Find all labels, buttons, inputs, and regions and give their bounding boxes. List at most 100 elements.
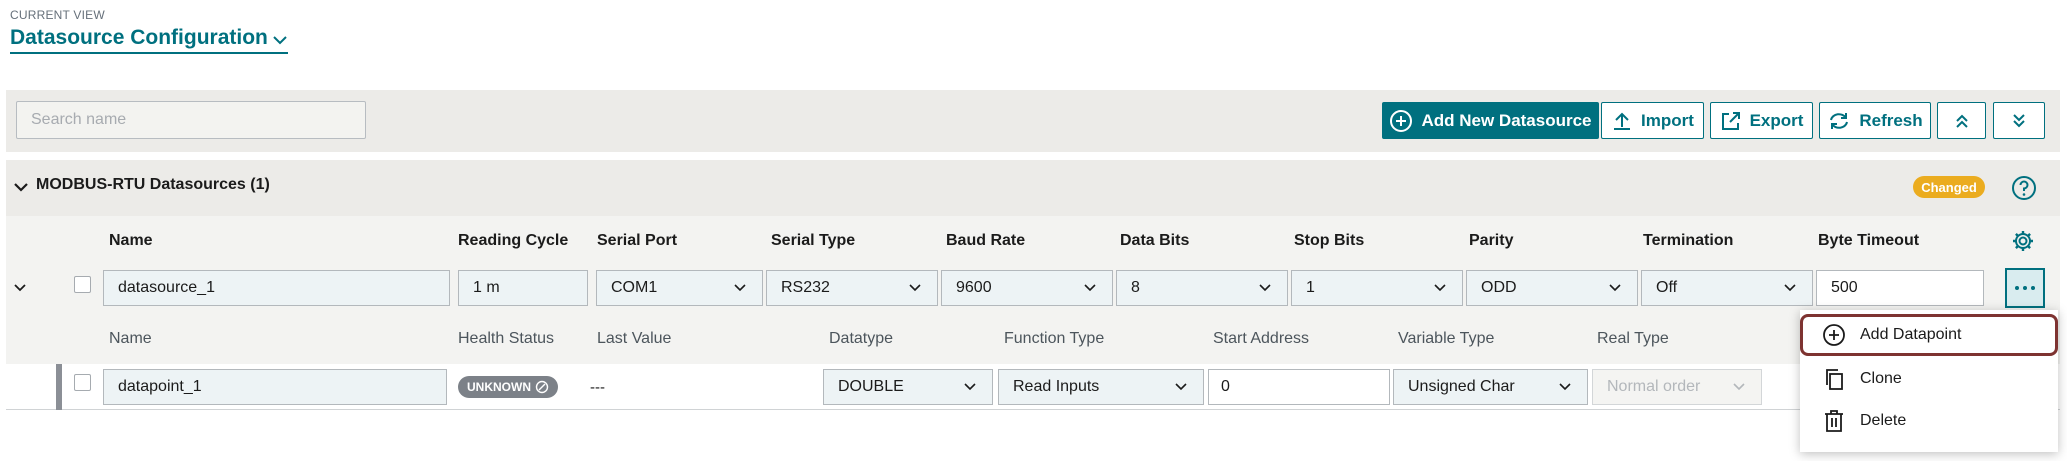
dp-col-header-health-status: Health Status: [458, 330, 555, 347]
refresh-icon: [1830, 112, 1849, 129]
col-header-reading-cycle: Reading Cycle: [458, 232, 569, 249]
search-input[interactable]: [17, 102, 365, 138]
copy-icon: [1826, 369, 1843, 390]
col-header-parity: Parity: [1469, 232, 1514, 249]
data-bits-value: 8: [1131, 279, 1140, 296]
help-icon[interactable]: [2011, 175, 2037, 201]
gear-icon[interactable]: [2011, 229, 2035, 253]
chevron-down-icon: [1084, 284, 1096, 292]
add-new-datasource-button[interactable]: Add New Datasource: [1382, 102, 1599, 139]
collapse-all-button[interactable]: [1937, 102, 1986, 139]
datasource-header-row: [6, 216, 2060, 266]
dp-col-header-datatype: Datatype: [829, 330, 894, 347]
dot: [2031, 286, 2035, 290]
datasource-checkbox[interactable]: [74, 276, 91, 293]
function-type-select[interactable]: Read Inputs: [998, 369, 1204, 405]
dot: [2015, 286, 2019, 290]
datapoint-name-value: datapoint_1: [118, 378, 202, 395]
col-header-data-bits: Data Bits: [1120, 232, 1190, 249]
menu-item-label: Clone: [1860, 370, 1902, 387]
col-header-name: Name: [109, 232, 153, 249]
byte-timeout-value: 500: [1831, 279, 1858, 296]
termination-select[interactable]: Off: [1641, 270, 1813, 306]
search-field[interactable]: [16, 101, 366, 139]
col-header-byte-timeout: Byte Timeout: [1818, 232, 1920, 249]
chevron-down-icon: [1733, 383, 1745, 391]
baud-rate-select[interactable]: 9600: [941, 270, 1113, 306]
col-header-serial-port: Serial Port: [597, 232, 678, 249]
datapoint-checkbox[interactable]: [74, 374, 91, 391]
chevron-down-icon: [1434, 284, 1446, 292]
col-header-stop-bits: Stop Bits: [1294, 232, 1365, 249]
datatype-select[interactable]: DOUBLE: [823, 369, 993, 405]
chevron-down-icon[interactable]: [12, 280, 28, 296]
dp-col-header-last-value: Last Value: [597, 330, 672, 347]
chevron-down-icon[interactable]: [12, 178, 30, 196]
dp-col-header-real-type: Real Type: [1597, 330, 1669, 347]
export-icon: [1721, 111, 1740, 130]
col-header-termination: Termination: [1643, 232, 1734, 249]
current-view-title[interactable]: Datasource Configuration: [10, 26, 268, 50]
parity-value: ODD: [1481, 279, 1517, 296]
chevron-down-icon: [1175, 383, 1187, 391]
menu-item-add-datapoint[interactable]: Add Datapoint: [1800, 314, 2058, 356]
variable-type-select[interactable]: Unsigned Char: [1393, 369, 1588, 405]
stop-bits-value: 1: [1306, 279, 1315, 296]
baud-rate-value: 9600: [956, 279, 992, 296]
chevron-down-icon: [1259, 284, 1271, 292]
menu-item-clone[interactable]: Clone: [1800, 358, 2058, 400]
upload-icon: [1614, 112, 1631, 130]
byte-timeout-field[interactable]: 500: [1816, 270, 1984, 306]
termination-value: Off: [1656, 279, 1678, 296]
import-button[interactable]: Import: [1601, 102, 1704, 139]
menu-item-label: Delete: [1860, 412, 1907, 429]
more-options-button[interactable]: [2005, 268, 2045, 308]
context-menu: Add Datapoint Clone Delete: [1800, 310, 2058, 452]
stop-bits-select[interactable]: 1: [1291, 270, 1463, 306]
datapoint-name-field[interactable]: datapoint_1: [103, 369, 447, 405]
dp-col-header-name: Name: [109, 330, 152, 347]
reading-cycle-value: 1 m: [473, 279, 500, 296]
parity-select[interactable]: ODD: [1466, 270, 1638, 306]
expand-all-button[interactable]: [1993, 102, 2045, 139]
start-address-field[interactable]: 0: [1208, 369, 1390, 405]
dp-col-header-start-address: Start Address: [1213, 330, 1310, 347]
chevron-down-icon: [1784, 284, 1796, 292]
unknown-status-icon: [535, 380, 549, 394]
chevron-down-icon: [964, 383, 976, 391]
dp-col-header-variable-type: Variable Type: [1398, 330, 1495, 347]
changed-badge: Changed: [1913, 176, 1985, 198]
refresh-label: Refresh: [1859, 110, 1923, 130]
function-type-value: Read Inputs: [1013, 378, 1100, 395]
menu-item-delete[interactable]: Delete: [1800, 400, 2058, 442]
health-status-badge: UNKNOWN: [458, 376, 558, 398]
datasource-name-field[interactable]: datasource_1: [103, 270, 450, 306]
real-type-value: Normal order: [1607, 378, 1701, 395]
last-value-text: ---: [590, 379, 605, 396]
datasource-name-value: datasource_1: [118, 279, 215, 296]
export-button[interactable]: Export: [1710, 102, 1813, 139]
serial-port-select[interactable]: COM1: [596, 270, 763, 306]
current-view-label: CURRENT VIEW: [10, 8, 105, 22]
col-header-baud-rate: Baud Rate: [946, 232, 1026, 249]
serial-type-value: RS232: [781, 279, 830, 296]
current-view-underline: [10, 52, 288, 54]
chevron-down-icon: [1609, 284, 1621, 292]
reading-cycle-field[interactable]: 1 m: [458, 270, 588, 306]
start-address-value: 0: [1221, 378, 1230, 395]
dot: [2023, 286, 2027, 290]
chevron-down-icon: [909, 284, 921, 292]
serial-type-select[interactable]: RS232: [766, 270, 938, 306]
datapoint-indent-bar: [56, 364, 62, 410]
variable-type-value: Unsigned Char: [1408, 378, 1515, 395]
chevron-down-icon[interactable]: [270, 30, 290, 50]
trash-icon: [1825, 410, 1843, 432]
data-bits-select[interactable]: 8: [1116, 270, 1288, 306]
double-chevron-down-icon: [2013, 113, 2025, 127]
menu-item-label: Add Datapoint: [1860, 326, 1962, 343]
group-title: MODBUS-RTU Datasources (1): [36, 176, 270, 193]
health-status-text: UNKNOWN: [467, 380, 531, 394]
export-label: Export: [1749, 110, 1804, 130]
refresh-button[interactable]: Refresh: [1819, 102, 1931, 139]
add-new-datasource-label: Add New Datasource: [1421, 110, 1592, 130]
